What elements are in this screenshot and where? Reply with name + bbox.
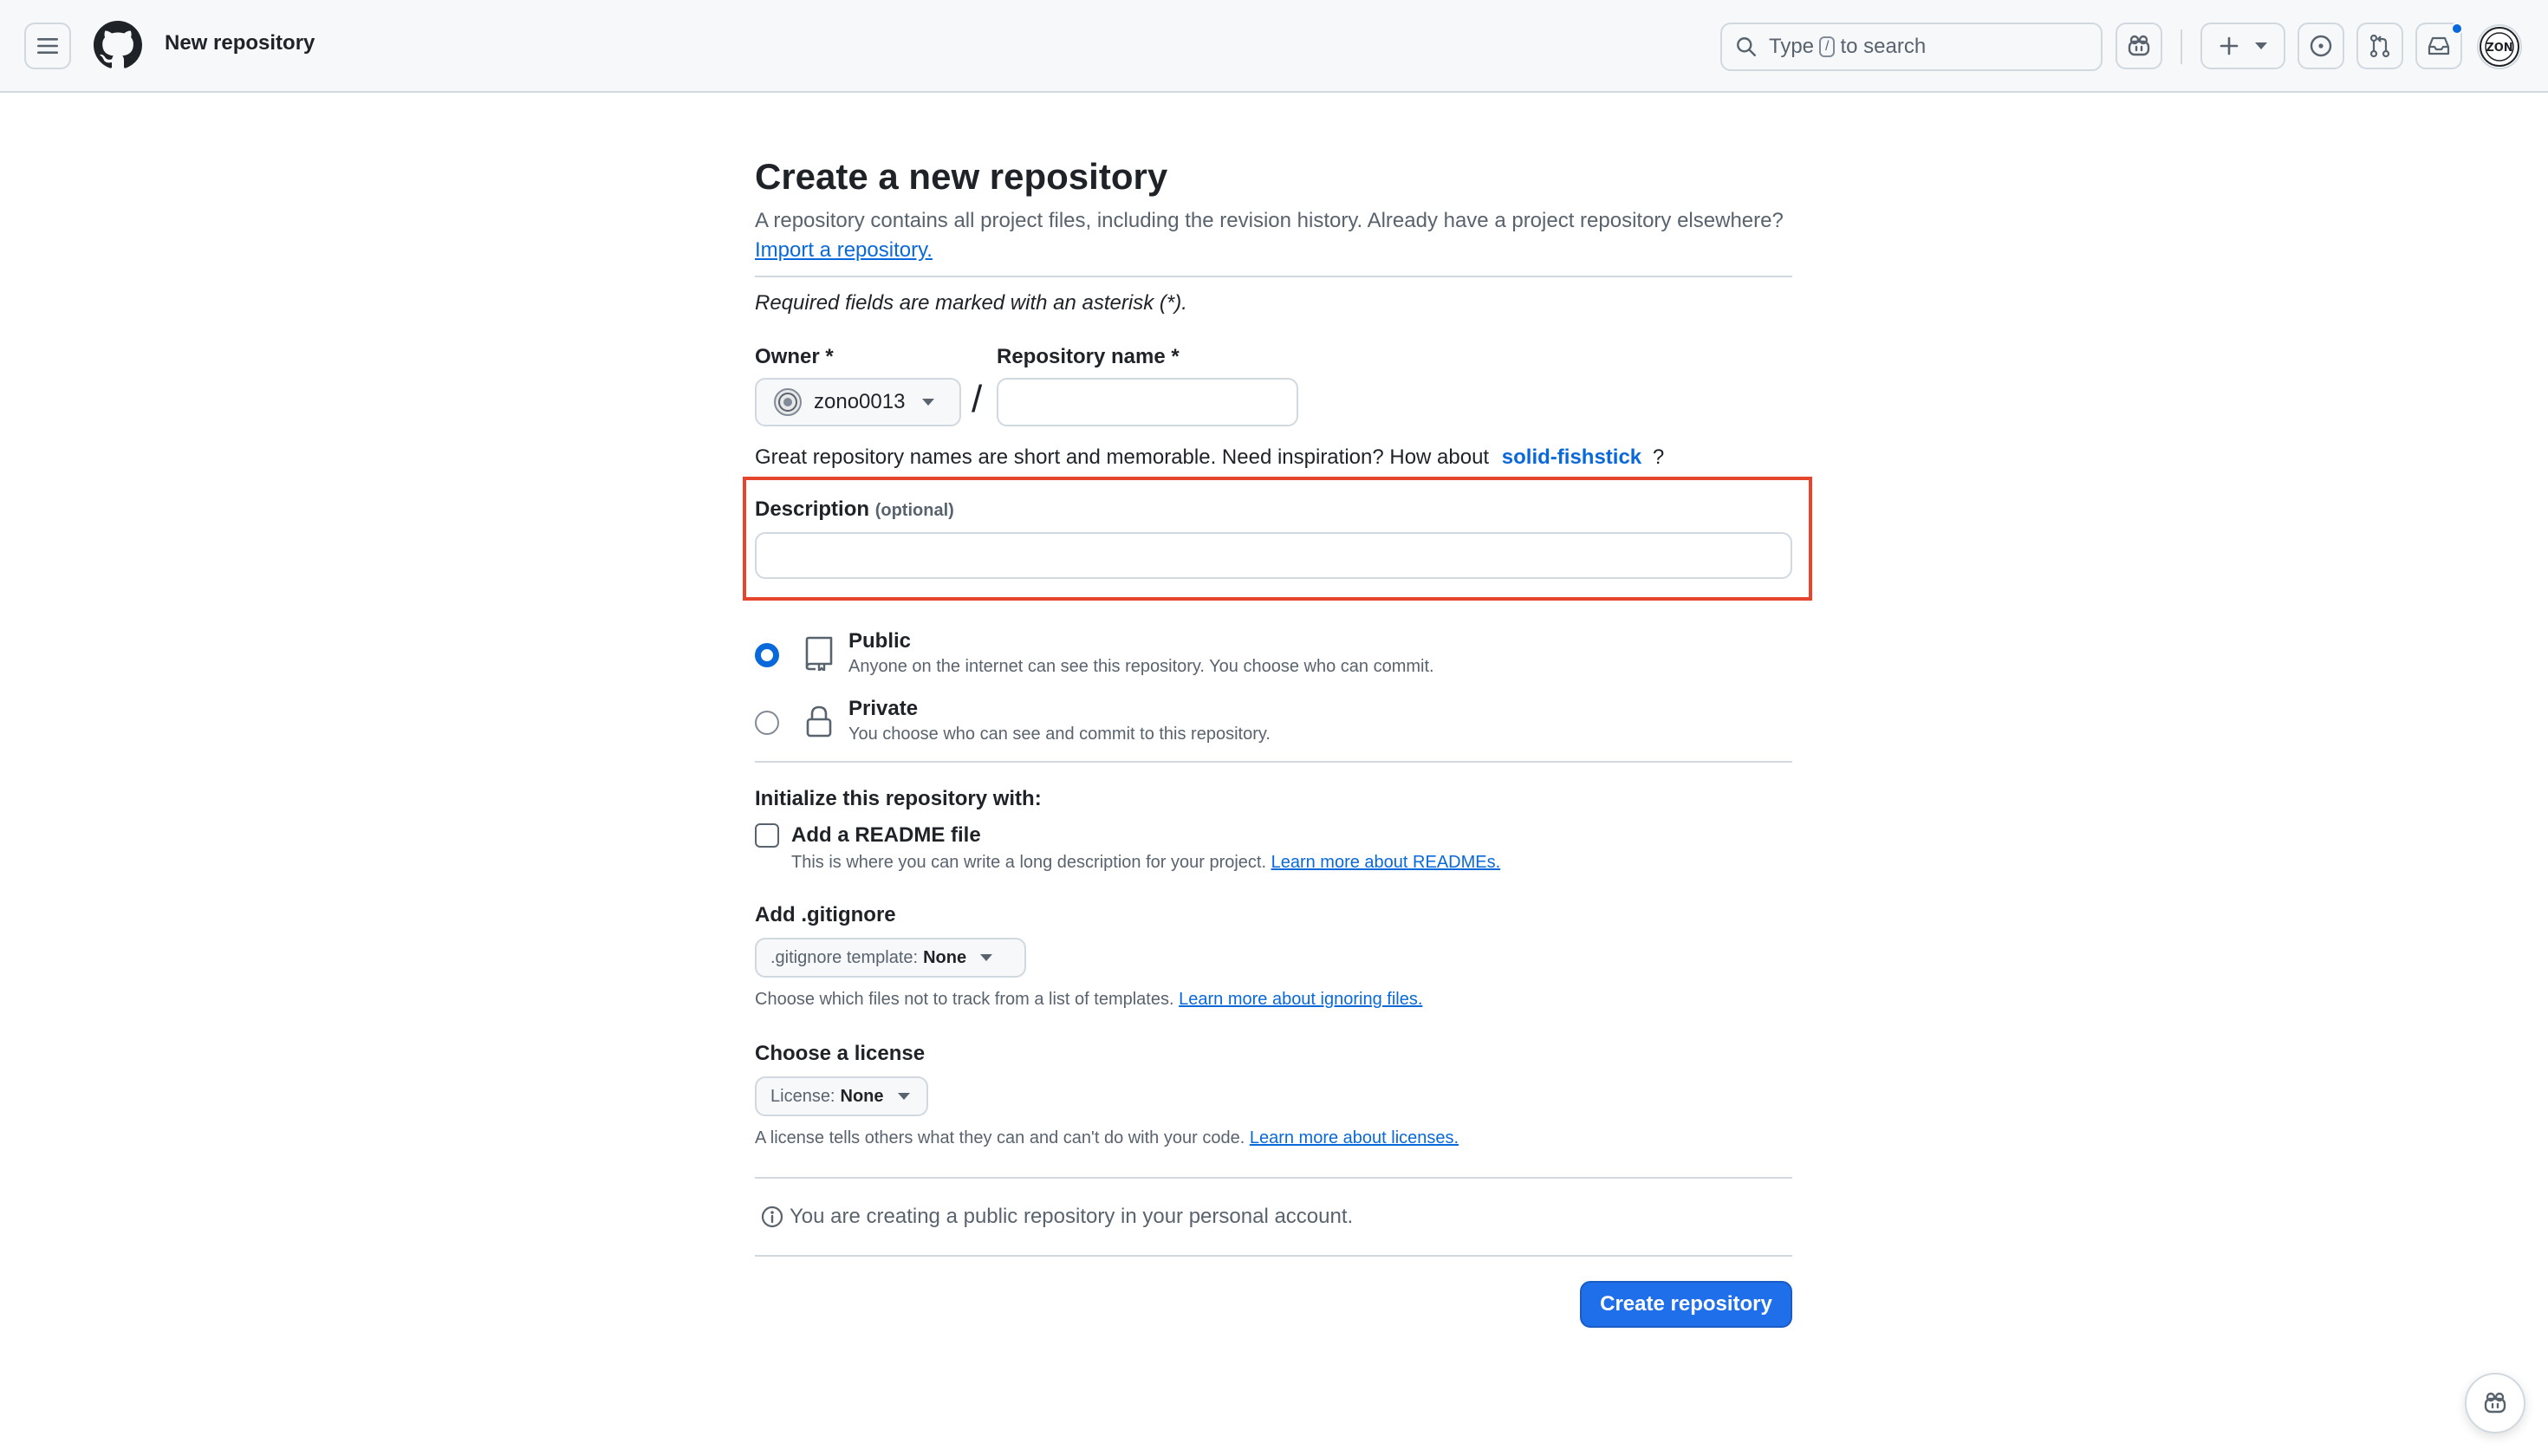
description-label-text: Description [755, 497, 870, 521]
owner-value: zono0013 [814, 390, 906, 413]
page-subtitle: A repository contains all project files,… [755, 206, 1792, 265]
github-mark-icon[interactable] [94, 21, 142, 69]
gitignore-heading: Add .gitignore [755, 903, 896, 926]
public-account-notice-text: You are creating a public repository in … [790, 1205, 1354, 1228]
inbox-icon [2428, 36, 2450, 55]
issues-button[interactable] [2298, 23, 2344, 69]
license-select[interactable]: License: None [755, 1076, 928, 1116]
open-navigation-button[interactable] [24, 23, 71, 69]
gitignore-select-prefix: .gitignore template: [770, 947, 919, 967]
avatar-image: ZON [2480, 27, 2519, 67]
owner-avatar [774, 388, 802, 416]
private-description: You choose who can see and commit to thi… [848, 725, 1271, 744]
search-placeholder-suffix: to search [1840, 35, 1927, 58]
copilot-icon [2128, 35, 2150, 56]
inspiration-text: Great repository names are short and mem… [755, 445, 1490, 469]
search-placeholder-prefix: Type [1769, 35, 1815, 58]
import-repository-link[interactable]: Import a repository. [755, 238, 933, 262]
repository-name-label: Repository name * [997, 345, 1180, 368]
header-context-title[interactable]: New repository [165, 31, 315, 55]
copilot-icon [2484, 1392, 2506, 1414]
name-inspiration: Great repository names are short and mem… [755, 445, 1664, 470]
divider [755, 1177, 1792, 1179]
gitignore-select-value: None [923, 947, 967, 967]
license-select-value: None [840, 1086, 884, 1106]
readme-description-text: This is where you can write a long descr… [791, 853, 1267, 872]
lock-icon [806, 705, 832, 738]
license-description-text: A license tells others what they can and… [755, 1128, 1245, 1147]
owner-label: Owner * [755, 345, 834, 368]
private-title: Private [848, 697, 919, 720]
license-select-prefix: License: [770, 1086, 835, 1106]
description-input[interactable] [755, 532, 1792, 579]
add-readme-label[interactable]: Add a README file [791, 823, 981, 848]
pull-requests-button[interactable] [2356, 23, 2403, 69]
initialize-heading: Initialize this repository with: [755, 787, 1042, 810]
description-label: Description (optional) [755, 497, 954, 522]
issue-opened-icon [2310, 35, 2332, 57]
required-fields-note: Required fields are marked with an aster… [755, 291, 1187, 315]
learn-more-licenses-link[interactable]: Learn more about licenses. [1250, 1128, 1459, 1147]
create-repository-button[interactable]: Create repository [1580, 1281, 1792, 1328]
owner-select[interactable]: zono0013 [755, 378, 961, 426]
header-separator [2181, 29, 2182, 64]
page-title: Create a new repository [755, 156, 1168, 197]
divider [755, 276, 1792, 277]
chevron-down-icon [980, 954, 993, 961]
public-account-notice: You are creating a public repository in … [760, 1205, 1353, 1229]
three-bars-icon [37, 38, 58, 54]
gitignore-template-select[interactable]: .gitignore template: None [755, 938, 1026, 978]
license-heading: Choose a license [755, 1042, 926, 1065]
repository-name-input[interactable] [997, 378, 1298, 426]
avatar-text: ZON [2486, 42, 2512, 55]
license-description: A license tells others what they can and… [755, 1128, 1459, 1148]
notification-indicator [2451, 23, 2463, 35]
gitignore-description-text: Choose which files not to track from a l… [755, 990, 1174, 1009]
divider [755, 1255, 1792, 1257]
search-icon [1737, 37, 1756, 56]
page-subtitle-text: A repository contains all project files,… [755, 209, 1784, 232]
search-shortcut-key: / [1819, 36, 1836, 57]
chevron-down-icon [897, 1093, 910, 1100]
private-radio[interactable] [755, 711, 779, 735]
add-readme-checkbox[interactable] [755, 823, 779, 848]
copilot-button[interactable] [2116, 23, 2162, 69]
repo-icon [805, 636, 833, 671]
git-pull-request-icon [2369, 34, 2390, 58]
create-new-menu-button[interactable] [2200, 23, 2285, 69]
divider [755, 761, 1792, 763]
plus-icon [2220, 36, 2238, 55]
readme-description: This is where you can write a long descr… [791, 853, 1500, 873]
owner-repo-separator: / [972, 378, 983, 420]
learn-more-readmes-link[interactable]: Learn more about READMEs. [1271, 853, 1501, 872]
chevron-down-icon [922, 399, 935, 406]
copilot-chat-button[interactable] [2465, 1373, 2525, 1433]
public-description: Anyone on the internet can see this repo… [848, 657, 1434, 676]
description-optional-hint: (optional) [874, 501, 954, 520]
public-title: Public [848, 629, 912, 653]
global-header: New repository Type / to search ZON [0, 0, 2548, 93]
gitignore-description: Choose which files not to track from a l… [755, 990, 1422, 1010]
inspiration-end: ? [1652, 445, 1665, 469]
search-input[interactable]: Type / to search [1720, 23, 2103, 71]
suggested-name-button[interactable]: solid-fishstick [1502, 445, 1641, 469]
avatar[interactable]: ZON [2477, 24, 2522, 69]
chevron-down-icon [2254, 42, 2267, 49]
info-icon [761, 1206, 783, 1228]
public-radio[interactable] [755, 643, 779, 667]
learn-more-ignoring-files-link[interactable]: Learn more about ignoring files. [1179, 990, 1422, 1009]
